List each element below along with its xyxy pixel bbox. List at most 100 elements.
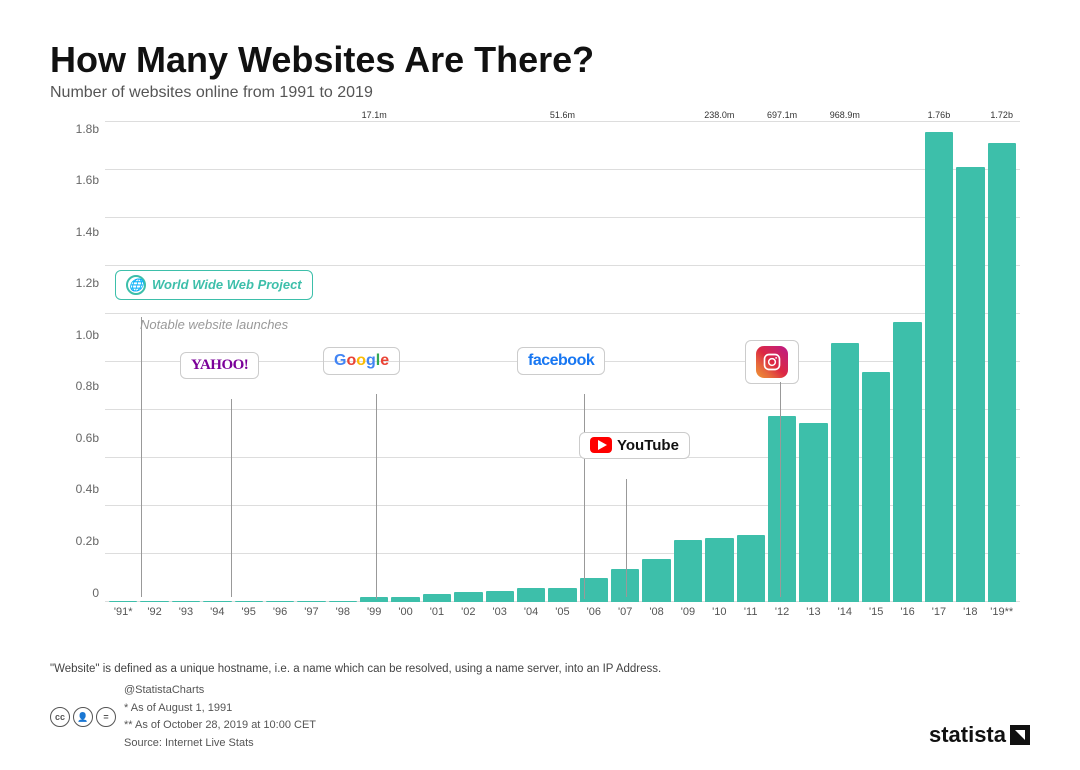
x-label: '06 <box>580 606 608 618</box>
chart-area: 0 0.2b 0.4b 0.6b 0.8b 1.0b 1.2b 1.4b 1.6… <box>50 122 1030 652</box>
equals-icon: = <box>96 707 116 727</box>
x-label: '13 <box>799 606 827 618</box>
x-label: '01 <box>423 606 451 618</box>
facebook-label: facebook <box>528 352 594 369</box>
definition-text: "Website" is defined as a unique hostnam… <box>50 660 1030 678</box>
x-label: '03 <box>486 606 514 618</box>
annotation-wwwp: 🌐 World Wide Web Project <box>115 270 313 300</box>
x-label: '04 <box>517 606 545 618</box>
globe-icon: 🌐 <box>126 275 146 295</box>
cc-icons: cc 👤 = <box>50 707 116 727</box>
x-label: '98 <box>329 606 357 618</box>
annotation-youtube: YouTube <box>579 432 690 459</box>
bar-group: 1.72b <box>988 122 1016 602</box>
youtube-line <box>626 479 627 597</box>
bar <box>768 416 796 602</box>
person-icon: 👤 <box>73 707 93 727</box>
footer-bottom: cc 👤 = @StatistaCharts * As of August 1,… <box>50 682 1030 752</box>
source-text: Source: Internet Live Stats <box>124 735 316 753</box>
bar <box>737 535 765 602</box>
y-label-0: 0 <box>50 586 105 600</box>
x-label: '95 <box>235 606 263 618</box>
bar-group <box>893 122 921 602</box>
x-label: '18 <box>956 606 984 618</box>
bar-group <box>956 122 984 602</box>
x-label: '99 <box>360 606 388 618</box>
bar <box>956 167 984 602</box>
bar-group <box>140 122 168 602</box>
bar <box>423 594 451 602</box>
bar-group <box>799 122 827 602</box>
x-label: '91* <box>109 606 137 618</box>
bar <box>486 591 514 602</box>
bar-value-label: 1.72b <box>990 110 1013 120</box>
x-label: '17 <box>925 606 953 618</box>
bar <box>517 588 545 601</box>
x-label: '09 <box>674 606 702 618</box>
y-label-02: 0.2b <box>50 534 105 548</box>
note2-text: ** As of October 28, 2019 at 10:00 CET <box>124 717 316 735</box>
x-label: '00 <box>391 606 419 618</box>
x-label: '96 <box>266 606 294 618</box>
youtube-icon <box>590 437 612 453</box>
bar-group <box>423 122 451 602</box>
y-label-18: 1.8b <box>50 122 105 136</box>
bar <box>548 588 576 602</box>
bar <box>705 538 733 601</box>
y-label-10: 1.0b <box>50 328 105 342</box>
bar <box>893 322 921 602</box>
x-label: '94 <box>203 606 231 618</box>
annotation-facebook: facebook <box>517 347 605 375</box>
note1-text: * As of August 1, 1991 <box>124 700 316 718</box>
instagram-line <box>780 382 781 597</box>
x-label: '16 <box>893 606 921 618</box>
x-label: '14 <box>831 606 859 618</box>
bar-group <box>674 122 702 602</box>
bar <box>454 592 482 602</box>
y-label-12: 1.2b <box>50 276 105 290</box>
instagram-icon <box>756 346 788 378</box>
bar <box>988 143 1016 602</box>
bar-value-label: 51.6m <box>550 110 575 120</box>
bar-group <box>862 122 890 602</box>
bar-value-label: 697.1m <box>767 110 797 120</box>
footer-left: cc 👤 = @StatistaCharts * As of August 1,… <box>50 682 316 752</box>
handle-text: @StatistaCharts <box>124 682 316 700</box>
statista-icon <box>1010 725 1030 745</box>
wwwp-line <box>141 317 142 597</box>
y-label-04: 0.4b <box>50 482 105 496</box>
bar-group <box>642 122 670 602</box>
bar <box>642 559 670 602</box>
bar-group: 968.9m <box>831 122 859 602</box>
bar <box>831 343 859 601</box>
wwwp-label: World Wide Web Project <box>152 277 302 292</box>
x-label: '10 <box>705 606 733 618</box>
y-label-06: 0.6b <box>50 431 105 445</box>
bar-group <box>297 122 325 602</box>
yahoo-label: YAHOO! <box>191 357 248 373</box>
cc-icon: cc <box>50 707 70 727</box>
bar <box>925 132 953 601</box>
statista-text: statista <box>929 717 1006 752</box>
x-label: '97 <box>297 606 325 618</box>
x-axis: '91*'92'93'94'95'96'97'98'99'00'01'02'03… <box>105 602 1020 652</box>
bar <box>799 423 827 602</box>
chart-subtitle: Number of websites online from 1991 to 2… <box>50 84 1030 102</box>
x-label: '08 <box>642 606 670 618</box>
bar-value-label: 968.9m <box>830 110 860 120</box>
notable-label: Notable website launches <box>140 317 288 332</box>
annotation-instagram <box>745 340 799 384</box>
bar <box>674 540 702 601</box>
bar-group <box>486 122 514 602</box>
annotation-yahoo: YAHOO! <box>180 352 259 379</box>
bar-group <box>454 122 482 602</box>
chart-title: How Many Websites Are There? <box>50 40 1030 80</box>
bar-group: 238.0m <box>705 122 733 602</box>
bar-group <box>109 122 137 602</box>
yahoo-line <box>231 399 232 597</box>
y-axis: 0 0.2b 0.4b 0.6b 0.8b 1.0b 1.2b 1.4b 1.6… <box>50 122 105 602</box>
x-label: '07 <box>611 606 639 618</box>
x-label: '15 <box>862 606 890 618</box>
footer: "Website" is defined as a unique hostnam… <box>50 660 1030 753</box>
bar-value-label: 238.0m <box>704 110 734 120</box>
